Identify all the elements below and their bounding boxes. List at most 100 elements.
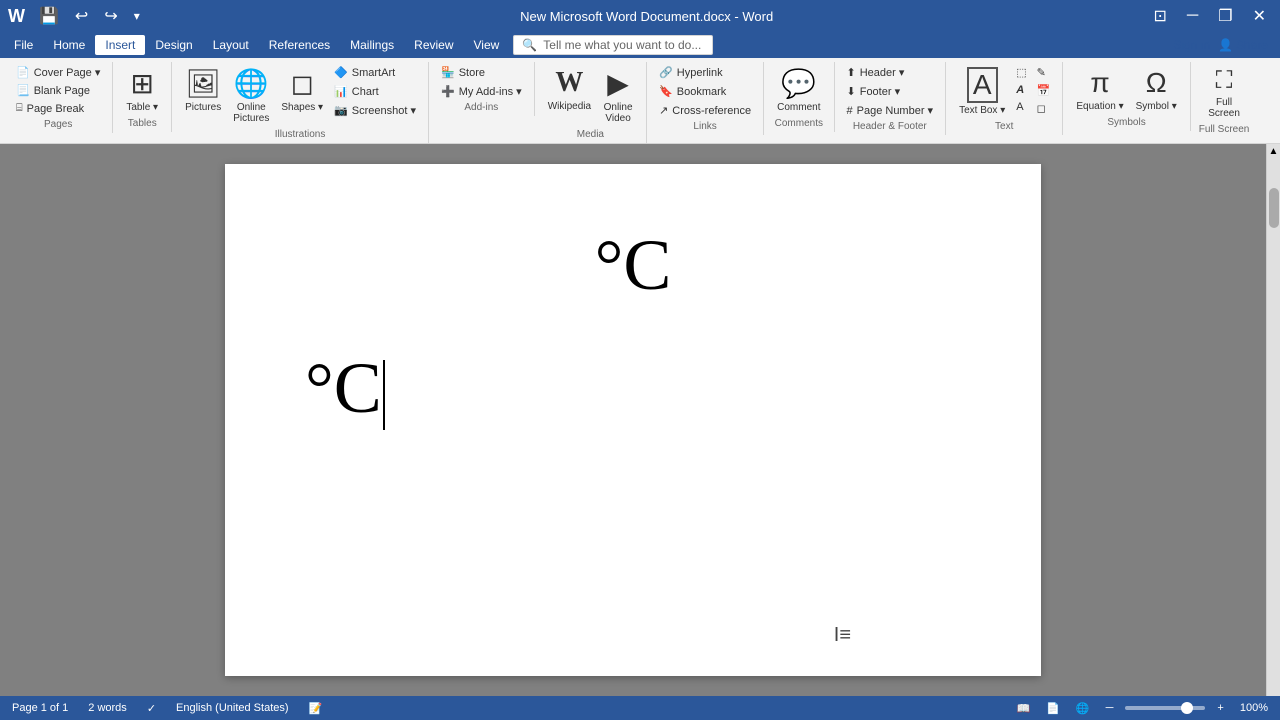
online-pictures-button[interactable]: 🌐 OnlinePictures xyxy=(228,64,274,127)
text-box-button[interactable]: A Text Box ▾ xyxy=(954,64,1010,119)
zoom-slider[interactable] xyxy=(1125,706,1205,710)
more-commands-button[interactable]: ▾ xyxy=(128,7,146,25)
object-button[interactable]: ◻ xyxy=(1033,100,1055,117)
search-icon: 🔍 xyxy=(522,38,537,52)
pictures-button[interactable]: 🖼 Pictures xyxy=(180,64,226,116)
smartart-button[interactable]: 🔷 SmartArt xyxy=(330,64,420,81)
menu-review[interactable]: Review xyxy=(404,35,463,55)
table-button[interactable]: ⊞ Table ▾ xyxy=(121,64,163,116)
read-mode-button[interactable]: 📖 xyxy=(1013,702,1035,715)
screenshot-label: Screenshot ▾ xyxy=(352,104,416,117)
menu-view[interactable]: View xyxy=(464,35,510,55)
symbol-button[interactable]: Ω Symbol ▾ xyxy=(1131,64,1182,115)
share-label: Share xyxy=(1236,38,1268,52)
page-break-label: Page Break xyxy=(27,103,84,115)
close-button[interactable]: ✕ xyxy=(1247,4,1272,28)
wordart-icon: A xyxy=(1016,84,1024,96)
online-pictures-label: OnlinePictures xyxy=(233,102,269,124)
shapes-label: Shapes ▾ xyxy=(281,102,323,113)
footer-icon: ⬇ xyxy=(847,85,856,98)
screenshot-button[interactable]: 📷 Screenshot ▾ xyxy=(330,102,420,119)
bookmark-button[interactable]: 🔖 Bookmark xyxy=(655,83,755,100)
print-layout-button[interactable]: 📄 xyxy=(1042,702,1064,715)
title-bar-left: W 💾 ↩ ↪ ▾ xyxy=(8,4,146,28)
ribbon-group-pages: 📄 Cover Page ▾ 📃 Blank Page ⌸ Page Break… xyxy=(4,62,113,133)
share-icon: 👤 xyxy=(1218,38,1233,52)
menu-layout[interactable]: Layout xyxy=(203,35,259,55)
menu-mailings[interactable]: Mailings xyxy=(340,35,404,55)
zoom-in-button[interactable]: + xyxy=(1217,702,1223,714)
document-area: °C °C I≡ ▲ xyxy=(0,144,1280,696)
shapes-button[interactable]: ◻ Shapes ▾ xyxy=(276,64,328,116)
online-video-button[interactable]: ▶ OnlineVideo xyxy=(598,64,638,127)
shapes-icon: ◻ xyxy=(291,67,314,100)
cover-page-button[interactable]: 📄 Cover Page ▾ xyxy=(12,64,104,81)
spelling-button[interactable]: 📝 xyxy=(305,702,327,715)
chart-button[interactable]: 📊 Chart xyxy=(330,83,420,100)
status-bar-left: Page 1 of 1 2 words ✓ English (United St… xyxy=(8,702,326,715)
page-info[interactable]: Page 1 of 1 xyxy=(8,702,72,714)
share-button[interactable]: 👤 Share xyxy=(1218,38,1268,52)
equation-button[interactable]: π Equation ▾ xyxy=(1071,64,1128,115)
page-break-button[interactable]: ⌸ Page Break xyxy=(12,100,104,117)
zoom-level[interactable]: 100% xyxy=(1236,702,1272,714)
comment-icon: 💬 xyxy=(781,67,816,100)
ribbon-display-button[interactable]: ⊡ xyxy=(1147,4,1172,28)
language-selector[interactable]: English (United States) xyxy=(172,702,293,714)
zoom-out-button[interactable]: ─ xyxy=(1106,702,1114,714)
symbol-label: Symbol ▾ xyxy=(1136,101,1177,112)
document-page[interactable]: °C °C I≡ xyxy=(225,164,1041,676)
sign-in-button[interactable]: Sign in xyxy=(1173,38,1210,52)
redo-button[interactable]: ↪ xyxy=(98,4,123,28)
signature-line-button[interactable]: ✎ xyxy=(1033,64,1055,81)
menu-insert[interactable]: Insert xyxy=(95,35,145,55)
full-screen-button[interactable]: ⛶ FullScreen xyxy=(1203,64,1245,122)
symbols-group-label: Symbols xyxy=(1071,115,1181,131)
links-group-items: 🔗 Hyperlink 🔖 Bookmark ↗ Cross-reference xyxy=(655,64,755,119)
online-pictures-icon: 🌐 xyxy=(234,67,269,100)
smartart-icon: 🔷 xyxy=(334,66,348,79)
zoom-thumb[interactable] xyxy=(1181,702,1193,714)
undo-button[interactable]: ↩ xyxy=(69,4,94,28)
document-scroll[interactable]: °C °C I≡ xyxy=(0,144,1266,696)
menu-design[interactable]: Design xyxy=(145,35,202,55)
status-bar-right: 📖 📄 🌐 ─ + 100% xyxy=(1013,702,1272,715)
wordart-button[interactable]: A xyxy=(1012,82,1030,98)
search-bar[interactable]: 🔍 Tell me what you want to do... xyxy=(513,35,713,55)
word-count[interactable]: 2 words xyxy=(84,702,131,714)
date-time-button[interactable]: 📅 xyxy=(1033,82,1055,99)
scroll-up-button[interactable]: ▲ xyxy=(1267,144,1280,158)
save-button[interactable]: 💾 xyxy=(33,4,65,28)
document-title: New Microsoft Word Document.docx - Word xyxy=(520,9,773,24)
proofing-button[interactable]: ✓ xyxy=(143,702,160,715)
hyperlink-button[interactable]: 🔗 Hyperlink xyxy=(655,64,755,81)
comment-button[interactable]: 💬 Comment xyxy=(772,64,825,116)
celsius-lower-text: °C xyxy=(305,348,382,428)
text-box-label: Text Box ▾ xyxy=(959,105,1005,116)
cross-reference-button[interactable]: ↗ Cross-reference xyxy=(655,102,755,119)
my-addins-button[interactable]: ➕ My Add-ins ▾ xyxy=(437,83,526,100)
quick-parts-icon: ⬚ xyxy=(1016,66,1026,79)
minimize-button[interactable]: ─ xyxy=(1181,5,1204,27)
cross-reference-icon: ↗ xyxy=(659,104,668,117)
page-number-button[interactable]: # Page Number ▾ xyxy=(843,102,938,119)
footer-button[interactable]: ⬇ Footer ▾ xyxy=(843,83,938,100)
illustrations-group-label: Illustrations xyxy=(180,127,420,143)
drop-cap-button[interactable]: A xyxy=(1012,99,1030,115)
store-label: Store xyxy=(459,67,485,79)
media-group-items: W Wikipedia ▶ OnlineVideo xyxy=(543,64,638,127)
hyperlink-label: Hyperlink xyxy=(677,67,723,79)
quick-parts-button[interactable]: ⬚ xyxy=(1012,64,1030,81)
menu-references[interactable]: References xyxy=(259,35,340,55)
store-button[interactable]: 🏪 Store xyxy=(437,64,526,81)
web-layout-button[interactable]: 🌐 xyxy=(1072,702,1094,715)
scrollbar-thumb[interactable] xyxy=(1269,188,1279,228)
vertical-scrollbar[interactable]: ▲ xyxy=(1266,144,1280,696)
restore-button[interactable]: ❐ xyxy=(1212,4,1238,28)
menu-file[interactable]: File xyxy=(4,35,43,55)
lower-celsius-container: °C xyxy=(305,347,961,430)
header-button[interactable]: ⬆ Header ▾ xyxy=(843,64,938,81)
wikipedia-button[interactable]: W Wikipedia xyxy=(543,64,596,115)
menu-home[interactable]: Home xyxy=(43,35,95,55)
blank-page-button[interactable]: 📃 Blank Page xyxy=(12,82,104,99)
